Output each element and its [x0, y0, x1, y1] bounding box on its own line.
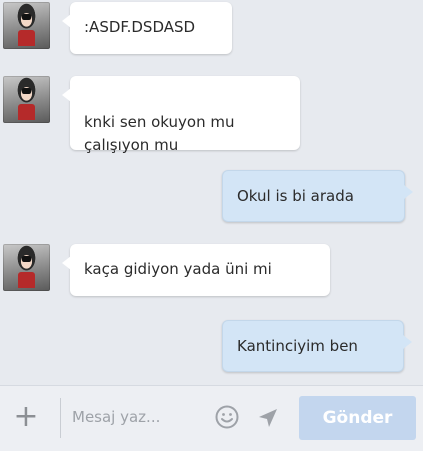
chat-area: :ASDF.DSDASD knki sen okuyon mu çalışıyo…	[0, 0, 423, 385]
message-text: knki sen okuyon mu çalışıyon mu	[84, 113, 235, 154]
send-button[interactable]: Gönder	[299, 396, 416, 440]
message-bubble-outgoing: Okul is bi arada	[222, 170, 413, 222]
message-text: :ASDF.DSDASD	[84, 18, 196, 36]
contact-avatar[interactable]	[3, 2, 50, 49]
message-bubble-outgoing: Kantinciyim ben	[222, 320, 412, 372]
message-text: Okul is bi arada	[237, 187, 354, 205]
message-bubble-incoming: kaça gidiyon yada üni mi	[62, 244, 330, 296]
message-bubble-incoming: :ASDF.DSDASD	[62, 2, 232, 54]
location-arrow-icon[interactable]	[256, 406, 280, 430]
contact-avatar[interactable]	[3, 244, 50, 291]
smiley-icon[interactable]	[214, 404, 240, 430]
message-composer: + Gönder	[0, 385, 423, 451]
contact-avatar[interactable]	[3, 76, 50, 123]
message-input[interactable]	[70, 401, 209, 433]
message-text: kaça gidiyon yada üni mi	[84, 260, 272, 278]
message-bubble-incoming: knki sen okuyon mu çalışıyon mu	[62, 76, 300, 154]
message-text: Kantinciyim ben	[237, 337, 358, 355]
divider	[60, 398, 61, 438]
plus-icon[interactable]: +	[12, 402, 40, 432]
